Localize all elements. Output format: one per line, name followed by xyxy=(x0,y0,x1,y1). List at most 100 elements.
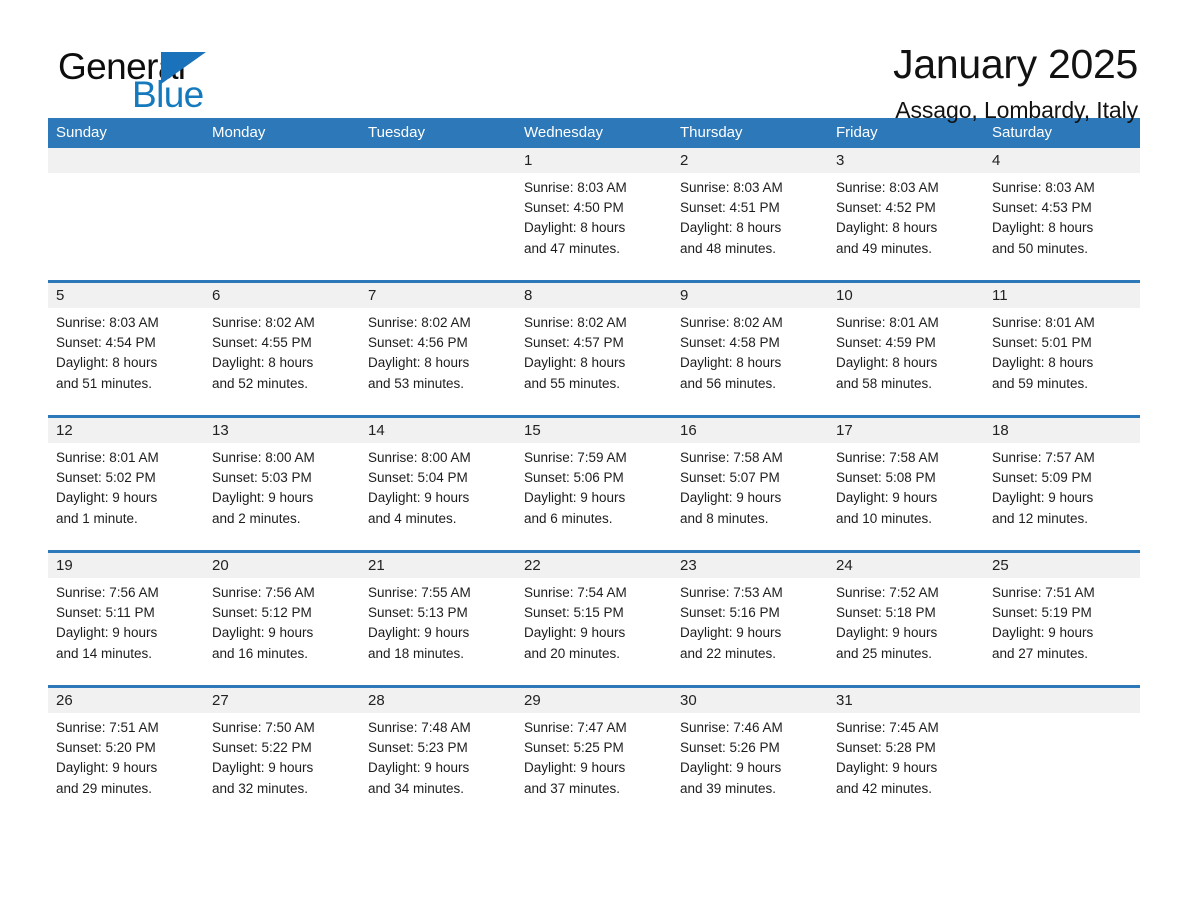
day-details xyxy=(984,713,1140,718)
day-number: 12 xyxy=(48,418,204,443)
sunset-text: Sunset: 4:58 PM xyxy=(680,335,780,351)
day-details: Sunrise: 7:53 AM Sunset: 5:16 PM Dayligh… xyxy=(672,578,828,664)
daylight-text-line1: Daylight: 9 hours xyxy=(368,760,470,776)
sunset-text: Sunset: 5:02 PM xyxy=(56,470,156,486)
sunrise-text: Sunrise: 7:56 AM xyxy=(56,585,159,600)
weekday-header-thursday: Thursday xyxy=(680,124,743,141)
day-details xyxy=(204,173,360,178)
day-cell[interactable]: 12 Sunrise: 8:01 AM Sunset: 5:02 PM Dayl… xyxy=(48,418,204,550)
day-number: 19 xyxy=(48,553,204,578)
day-details: Sunrise: 7:55 AM Sunset: 5:13 PM Dayligh… xyxy=(360,578,516,664)
day-details: Sunrise: 8:00 AM Sunset: 5:04 PM Dayligh… xyxy=(360,443,516,529)
daylight-text-line2: and 29 minutes. xyxy=(56,780,153,796)
day-number: 7 xyxy=(360,283,516,308)
day-details: Sunrise: 8:02 AM Sunset: 4:56 PM Dayligh… xyxy=(360,308,516,394)
sunrise-text: Sunrise: 8:02 AM xyxy=(368,315,471,330)
daylight-text-line2: and 42 minutes. xyxy=(836,780,933,796)
daylight-text-line1: Daylight: 9 hours xyxy=(524,625,626,641)
day-number: 23 xyxy=(672,553,828,578)
day-details: Sunrise: 7:52 AM Sunset: 5:18 PM Dayligh… xyxy=(828,578,984,664)
daylight-text-line2: and 16 minutes. xyxy=(212,645,309,661)
day-details: Sunrise: 8:00 AM Sunset: 5:03 PM Dayligh… xyxy=(204,443,360,529)
day-cell[interactable]: 11 Sunrise: 8:01 AM Sunset: 5:01 PM Dayl… xyxy=(984,283,1140,415)
day-number: 9 xyxy=(672,283,828,308)
day-cell[interactable]: 14 Sunrise: 8:00 AM Sunset: 5:04 PM Dayl… xyxy=(360,418,516,550)
sunset-text: Sunset: 4:55 PM xyxy=(212,335,312,351)
day-cell[interactable] xyxy=(204,148,360,280)
daylight-text-line2: and 27 minutes. xyxy=(992,645,1089,661)
day-details: Sunrise: 8:02 AM Sunset: 4:57 PM Dayligh… xyxy=(516,308,672,394)
day-cell[interactable]: 23 Sunrise: 7:53 AM Sunset: 5:16 PM Dayl… xyxy=(672,553,828,685)
day-cell[interactable]: 17 Sunrise: 7:58 AM Sunset: 5:08 PM Dayl… xyxy=(828,418,984,550)
daylight-text-line2: and 52 minutes. xyxy=(212,375,309,391)
sunset-text: Sunset: 5:12 PM xyxy=(212,605,312,621)
day-cell[interactable]: 16 Sunrise: 7:58 AM Sunset: 5:07 PM Dayl… xyxy=(672,418,828,550)
day-cell[interactable] xyxy=(48,148,204,280)
day-cell[interactable]: 1 Sunrise: 8:03 AM Sunset: 4:50 PM Dayli… xyxy=(516,148,672,280)
day-cell[interactable]: 20 Sunrise: 7:56 AM Sunset: 5:12 PM Dayl… xyxy=(204,553,360,685)
day-cell[interactable]: 19 Sunrise: 7:56 AM Sunset: 5:11 PM Dayl… xyxy=(48,553,204,685)
sunrise-text: Sunrise: 7:48 AM xyxy=(368,720,471,735)
day-cell[interactable]: 4 Sunrise: 8:03 AM Sunset: 4:53 PM Dayli… xyxy=(984,148,1140,280)
day-details: Sunrise: 7:56 AM Sunset: 5:12 PM Dayligh… xyxy=(204,578,360,664)
daylight-text-line1: Daylight: 9 hours xyxy=(56,760,158,776)
day-number: 11 xyxy=(984,283,1140,308)
daylight-text-line2: and 32 minutes. xyxy=(212,780,309,796)
day-cell[interactable]: 22 Sunrise: 7:54 AM Sunset: 5:15 PM Dayl… xyxy=(516,553,672,685)
day-cell[interactable]: 8 Sunrise: 8:02 AM Sunset: 4:57 PM Dayli… xyxy=(516,283,672,415)
sunrise-text: Sunrise: 8:01 AM xyxy=(836,315,939,330)
day-number: 26 xyxy=(48,688,204,713)
sunrise-text: Sunrise: 7:46 AM xyxy=(680,720,783,735)
daylight-text-line2: and 37 minutes. xyxy=(524,780,621,796)
day-cell[interactable]: 25 Sunrise: 7:51 AM Sunset: 5:19 PM Dayl… xyxy=(984,553,1140,685)
day-number: 6 xyxy=(204,283,360,308)
day-cell[interactable]: 10 Sunrise: 8:01 AM Sunset: 4:59 PM Dayl… xyxy=(828,283,984,415)
day-cell[interactable]: 21 Sunrise: 7:55 AM Sunset: 5:13 PM Dayl… xyxy=(360,553,516,685)
daylight-text-line2: and 49 minutes. xyxy=(836,240,933,256)
day-cell[interactable] xyxy=(984,688,1140,820)
sunrise-text: Sunrise: 7:47 AM xyxy=(524,720,627,735)
day-cell[interactable]: 15 Sunrise: 7:59 AM Sunset: 5:06 PM Dayl… xyxy=(516,418,672,550)
day-cell[interactable]: 24 Sunrise: 7:52 AM Sunset: 5:18 PM Dayl… xyxy=(828,553,984,685)
sunrise-text: Sunrise: 8:01 AM xyxy=(56,450,159,465)
sunset-text: Sunset: 4:57 PM xyxy=(524,335,624,351)
sunrise-text: Sunrise: 8:02 AM xyxy=(212,315,315,330)
day-cell[interactable]: 7 Sunrise: 8:02 AM Sunset: 4:56 PM Dayli… xyxy=(360,283,516,415)
sunset-text: Sunset: 5:23 PM xyxy=(368,740,468,756)
day-number xyxy=(204,148,360,173)
sunrise-text: Sunrise: 7:51 AM xyxy=(56,720,159,735)
daylight-text-line1: Daylight: 9 hours xyxy=(836,490,938,506)
day-cell[interactable]: 5 Sunrise: 8:03 AM Sunset: 4:54 PM Dayli… xyxy=(48,283,204,415)
day-details: Sunrise: 7:50 AM Sunset: 5:22 PM Dayligh… xyxy=(204,713,360,799)
daylight-text-line1: Daylight: 9 hours xyxy=(368,490,470,506)
day-cell[interactable]: 31 Sunrise: 7:45 AM Sunset: 5:28 PM Dayl… xyxy=(828,688,984,820)
day-cell[interactable]: 18 Sunrise: 7:57 AM Sunset: 5:09 PM Dayl… xyxy=(984,418,1140,550)
day-number xyxy=(360,148,516,173)
daylight-text-line1: Daylight: 9 hours xyxy=(680,625,782,641)
daylight-text-line2: and 25 minutes. xyxy=(836,645,933,661)
day-number: 25 xyxy=(984,553,1140,578)
daylight-text-line1: Daylight: 8 hours xyxy=(992,220,1094,236)
day-cell[interactable]: 26 Sunrise: 7:51 AM Sunset: 5:20 PM Dayl… xyxy=(48,688,204,820)
day-cell[interactable]: 9 Sunrise: 8:02 AM Sunset: 4:58 PM Dayli… xyxy=(672,283,828,415)
daylight-text-line1: Daylight: 9 hours xyxy=(212,625,314,641)
day-cell[interactable]: 2 Sunrise: 8:03 AM Sunset: 4:51 PM Dayli… xyxy=(672,148,828,280)
day-cell[interactable]: 13 Sunrise: 8:00 AM Sunset: 5:03 PM Dayl… xyxy=(204,418,360,550)
week-row: 12 Sunrise: 8:01 AM Sunset: 5:02 PM Dayl… xyxy=(48,415,1140,550)
day-cell[interactable] xyxy=(360,148,516,280)
sunrise-text: Sunrise: 8:03 AM xyxy=(836,180,939,195)
day-cell[interactable]: 30 Sunrise: 7:46 AM Sunset: 5:26 PM Dayl… xyxy=(672,688,828,820)
day-cell[interactable]: 29 Sunrise: 7:47 AM Sunset: 5:25 PM Dayl… xyxy=(516,688,672,820)
daylight-text-line1: Daylight: 8 hours xyxy=(680,355,782,371)
day-cell[interactable]: 3 Sunrise: 8:03 AM Sunset: 4:52 PM Dayli… xyxy=(828,148,984,280)
day-number: 27 xyxy=(204,688,360,713)
daylight-text-line1: Daylight: 8 hours xyxy=(836,355,938,371)
week-row: 19 Sunrise: 7:56 AM Sunset: 5:11 PM Dayl… xyxy=(48,550,1140,685)
sunrise-text: Sunrise: 7:59 AM xyxy=(524,450,627,465)
day-cell[interactable]: 27 Sunrise: 7:50 AM Sunset: 5:22 PM Dayl… xyxy=(204,688,360,820)
sunrise-text: Sunrise: 8:03 AM xyxy=(56,315,159,330)
day-cell[interactable]: 6 Sunrise: 8:02 AM Sunset: 4:55 PM Dayli… xyxy=(204,283,360,415)
day-cell[interactable]: 28 Sunrise: 7:48 AM Sunset: 5:23 PM Dayl… xyxy=(360,688,516,820)
general-blue-logo[interactable]: General Blue xyxy=(58,40,288,115)
sunrise-text: Sunrise: 8:02 AM xyxy=(680,315,783,330)
